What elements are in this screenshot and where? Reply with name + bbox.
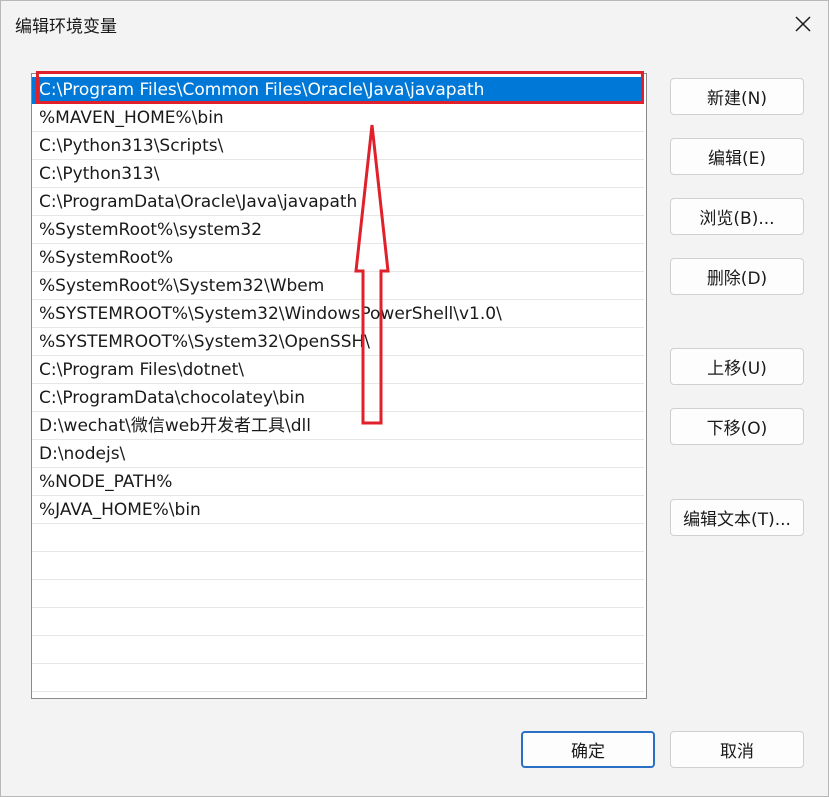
list-item[interactable]: C:\Program Files\Common Files\Oracle\Jav…	[32, 77, 644, 104]
list-item[interactable]: C:\ProgramData\chocolatey\bin	[32, 385, 644, 412]
empty-list-row	[32, 525, 644, 552]
empty-list-row	[32, 553, 644, 580]
close-button[interactable]	[787, 9, 819, 39]
title-bar: 编辑环境变量	[1, 1, 828, 47]
dialog-title: 编辑环境变量	[15, 17, 117, 37]
list-item[interactable]: %SystemRoot%	[32, 245, 644, 272]
list-item[interactable]: %NODE_PATH%	[32, 469, 644, 496]
list-item[interactable]: %MAVEN_HOME%\bin	[32, 105, 644, 132]
list-item[interactable]: C:\Python313\	[32, 161, 644, 188]
edit-text-button[interactable]: 编辑文本(T)...	[670, 499, 804, 536]
list-item[interactable]: D:\nodejs\	[32, 441, 644, 468]
empty-list-row	[32, 665, 644, 692]
path-list[interactable]: C:\Program Files\Common Files\Oracle\Jav…	[31, 73, 647, 699]
browse-button[interactable]: 浏览(B)...	[670, 198, 804, 235]
new-button[interactable]: 新建(N)	[670, 78, 804, 115]
list-item[interactable]: C:\ProgramData\Oracle\Java\javapath	[32, 189, 644, 216]
move-up-button[interactable]: 上移(U)	[670, 348, 804, 385]
list-item[interactable]: %SYSTEMROOT%\System32\OpenSSH\	[32, 329, 644, 356]
move-down-button[interactable]: 下移(O)	[670, 408, 804, 445]
delete-button[interactable]: 删除(D)	[670, 258, 804, 295]
list-item[interactable]: C:\Program Files\dotnet\	[32, 357, 644, 384]
list-item[interactable]: %SystemRoot%\System32\Wbem	[32, 273, 644, 300]
edit-environment-variable-dialog: 编辑环境变量 C:\Program Files\Common Files\Ora…	[0, 0, 829, 797]
cancel-button[interactable]: 取消	[670, 731, 804, 768]
list-item[interactable]: %SYSTEMROOT%\System32\WindowsPowerShell\…	[32, 301, 644, 328]
close-icon	[795, 16, 811, 32]
list-item[interactable]: C:\Python313\Scripts\	[32, 133, 644, 160]
list-item[interactable]: D:\wechat\微信web开发者工具\dll	[32, 413, 644, 440]
ok-button[interactable]: 确定	[521, 731, 655, 768]
list-item[interactable]: %JAVA_HOME%\bin	[32, 497, 644, 524]
edit-button[interactable]: 编辑(E)	[670, 138, 804, 175]
empty-list-row	[32, 637, 644, 664]
empty-list-row	[32, 581, 644, 608]
empty-list-row	[32, 609, 644, 636]
list-item[interactable]: %SystemRoot%\system32	[32, 217, 644, 244]
